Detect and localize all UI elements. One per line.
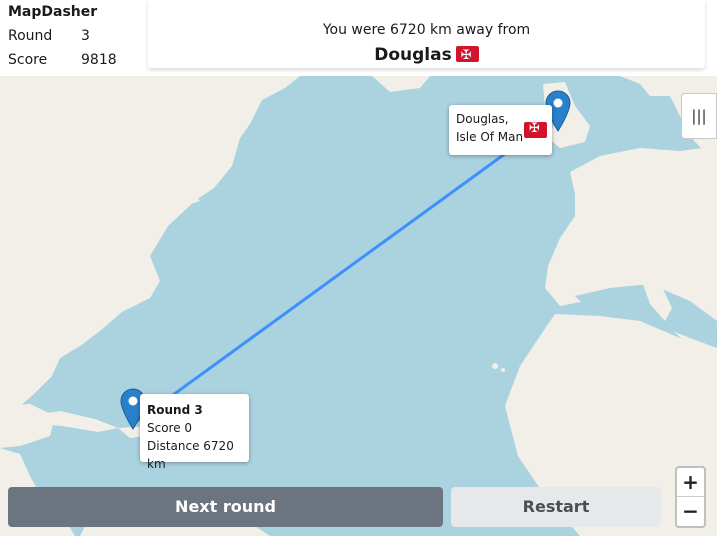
round-value: 3 — [81, 28, 90, 44]
destination-popup: Douglas, Isle Of Man — [449, 105, 552, 155]
round-row: Round 3 — [8, 24, 148, 48]
restart-button[interactable]: Restart — [451, 487, 661, 527]
distance-message: You were 6720 km away from — [322, 22, 531, 38]
score-label: Score — [8, 52, 48, 68]
target-city-line: Douglas — [148, 43, 705, 68]
score-row: Score 9818 — [8, 48, 148, 72]
layers-control-button[interactable]: ||| — [681, 93, 717, 139]
destination-popup-city: Douglas, — [456, 112, 509, 126]
zoom-out-button[interactable]: − — [677, 497, 704, 526]
result-panel: You were 6720 km away from Douglas — [148, 0, 705, 68]
map-tiles — [0, 76, 717, 536]
round-label: Round — [8, 28, 53, 44]
score-value: 9818 — [81, 52, 117, 68]
map-view[interactable] — [0, 76, 717, 536]
zoom-in-button[interactable]: + — [677, 468, 704, 497]
layers-icon: ||| — [691, 107, 707, 125]
guess-popup-score: Score 0 — [147, 421, 193, 435]
next-round-button[interactable]: Next round — [8, 487, 443, 527]
isle-of-man-flag-icon — [524, 120, 547, 138]
north-america-land — [0, 76, 300, 411]
guess-popup-distance: Distance 6720 km — [147, 439, 234, 471]
target-city: Douglas — [374, 45, 452, 65]
zoom-control: + − — [675, 466, 706, 528]
game-stats: MapDasher Round 3 Score 9818 — [8, 2, 148, 72]
app-title: MapDasher — [8, 4, 98, 20]
guess-popup: Round 3 Score 0 Distance 6720 km — [140, 394, 249, 471]
guess-popup-round: Round 3 — [147, 403, 203, 417]
destination-popup-country: Isle Of Man — [456, 130, 524, 144]
isle-of-man-flag-icon — [455, 44, 479, 68]
